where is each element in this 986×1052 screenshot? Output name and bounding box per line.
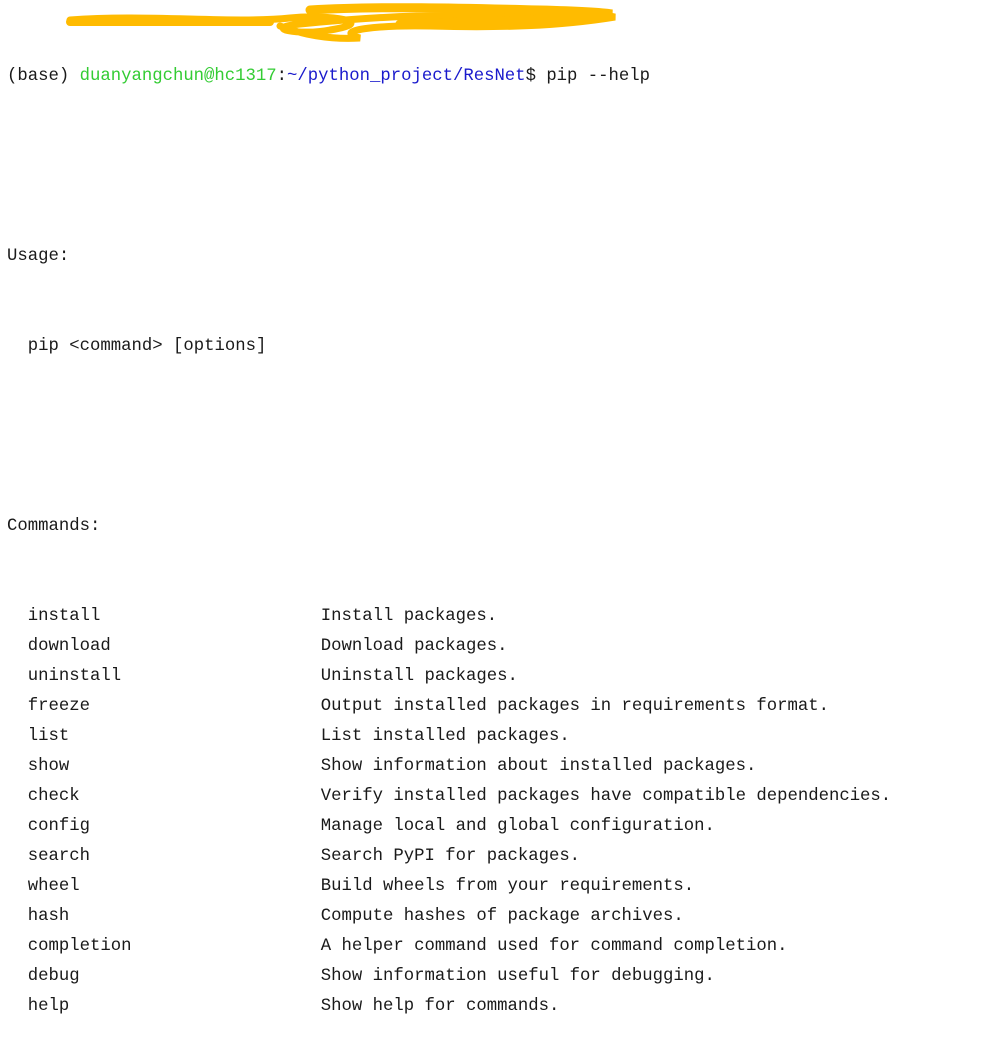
command-description: Uninstall packages. <box>320 667 518 686</box>
commands-list: install Install packages. download Download… <box>7 602 891 1022</box>
command-name: list <box>27 727 70 746</box>
command-row: show Show information about installed pac… <box>7 752 891 782</box>
command-name: config <box>27 817 91 836</box>
command-row: list List installed packages. <box>7 722 891 752</box>
command-row: debug Show information useful for debuggi… <box>7 962 891 992</box>
command-row: download Download packages. <box>7 632 891 662</box>
command-description: Search PyPI for packages. <box>320 847 581 866</box>
command-row: search Search PyPI for packages. <box>7 842 891 872</box>
command-row: hash Compute hashes of package archives. <box>7 902 891 932</box>
command-description: Verify installed packages have compatibl… <box>320 787 892 806</box>
command-name: hash <box>27 907 70 926</box>
command-name: completion <box>27 937 132 956</box>
command-row: config Manage local and global configurat… <box>7 812 891 842</box>
command-row: uninstall Uninstall packages. <box>7 662 891 692</box>
current-path: ~/python_project/ResNet <box>287 67 526 86</box>
entered-command: pip --help <box>546 67 651 86</box>
command-row: check Verify installed packages have comp… <box>7 782 891 812</box>
command-description: Output installed packages in requirement… <box>320 697 829 716</box>
command-name: freeze <box>27 697 91 716</box>
prompt-symbol: $ <box>525 67 536 86</box>
command-name: debug <box>27 967 80 986</box>
command-description: Install packages. <box>320 607 498 626</box>
user-host: duanyangchun@hc1317 <box>79 67 277 86</box>
command-description: Build wheels from your requirements. <box>320 877 695 896</box>
command-description: Show information about installed package… <box>320 757 757 776</box>
command-description: Manage local and global configuration. <box>320 817 715 836</box>
command-description: Compute hashes of package archives. <box>320 907 684 926</box>
command-name: search <box>27 847 91 866</box>
command-description: A helper command used for command comple… <box>320 937 788 956</box>
prompt-separator: : <box>276 67 288 86</box>
command-name: wheel <box>27 877 80 896</box>
command-description: Show information useful for debugging. <box>320 967 715 986</box>
command-name: check <box>27 787 80 806</box>
command-name: uninstall <box>27 667 122 686</box>
command-row: help Show help for commands. <box>7 992 891 1022</box>
command-name: show <box>27 757 70 776</box>
command-name: help <box>27 997 70 1016</box>
command-row: install Install packages. <box>7 602 891 632</box>
command-description: List installed packages. <box>320 727 570 746</box>
conda-env: (base) <box>7 67 70 86</box>
command-row: freeze Output installed packages in requi… <box>7 692 891 722</box>
usage-syntax: pip <command> [options] <box>27 337 267 356</box>
command-row: completion A helper command used for comm… <box>7 932 891 962</box>
command-name: install <box>27 607 101 626</box>
command-name: download <box>27 637 111 656</box>
prompt-line: (base) duanyangchun@hc1317:~/python_proj… <box>7 62 891 92</box>
command-description: Download packages. <box>320 637 508 656</box>
commands-heading: Commands: <box>7 517 101 536</box>
terminal-output[interactable]: (base) duanyangchun@hc1317:~/python_proj… <box>7 2 891 1052</box>
command-row: wheel Build wheels from your requirements… <box>7 872 891 902</box>
usage-heading: Usage: <box>7 247 70 266</box>
command-description: Show help for commands. <box>320 997 560 1016</box>
